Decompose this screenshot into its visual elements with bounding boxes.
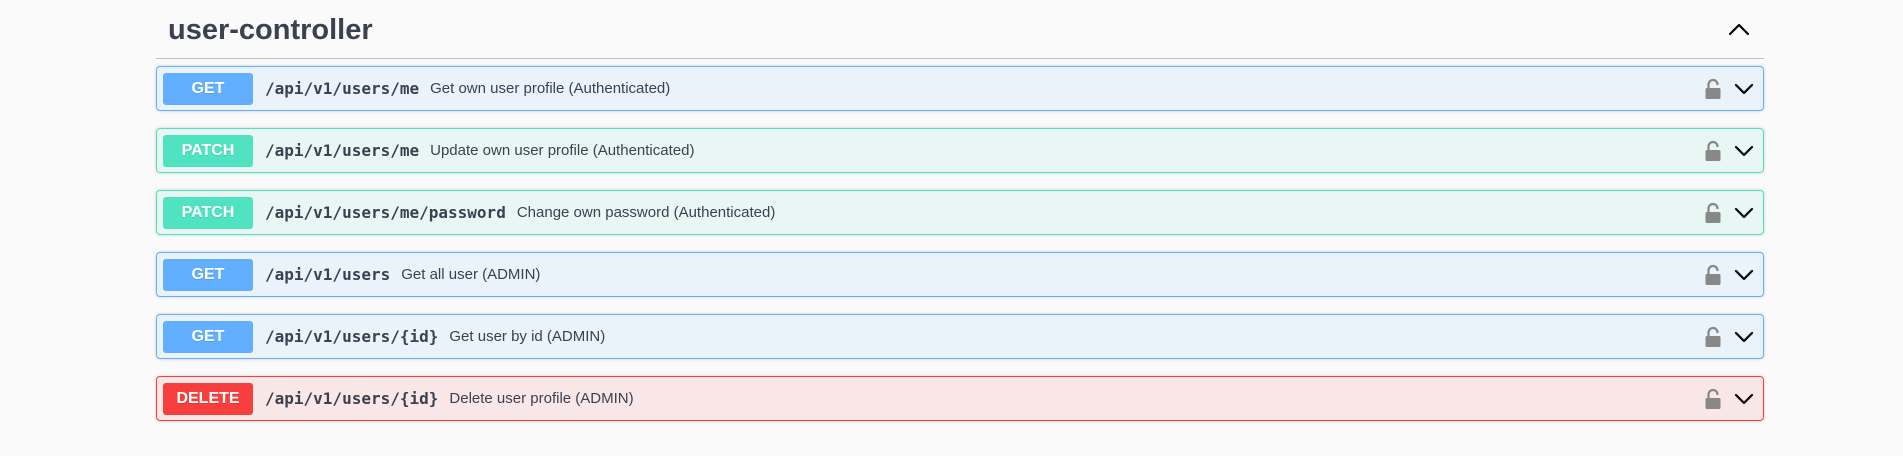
operation-controls [1703,67,1755,110]
operation-summary: Delete user profile (ADMIN) [449,390,634,407]
operation-controls [1703,129,1755,172]
operation-get-user-by-id[interactable]: GET /api/v1/users/{id} Get user by id (A… [156,314,1764,359]
lock-icon[interactable] [1703,387,1723,411]
tag-header[interactable]: user-controller [156,0,1764,59]
operation-get-users[interactable]: GET /api/v1/users Get all user (ADMIN) [156,252,1764,297]
operation-path[interactable]: /api/v1/users/{id} [265,327,438,346]
method-badge: GET [163,72,253,105]
chevron-down-icon[interactable] [1733,78,1755,100]
operation-delete-user-by-id[interactable]: DELETE /api/v1/users/{id} Delete user pr… [156,376,1764,421]
lock-icon[interactable] [1703,77,1723,101]
operation-path[interactable]: /api/v1/users/me/password [265,203,506,222]
chevron-down-icon[interactable] [1733,140,1755,162]
operation-get-users-me[interactable]: GET /api/v1/users/me Get own user profil… [156,66,1764,111]
method-badge: GET [163,258,253,291]
chevron-down-icon[interactable] [1733,202,1755,224]
operation-patch-users-me[interactable]: PATCH /api/v1/users/me Update own user p… [156,128,1764,173]
tag-title[interactable]: user-controller [168,14,373,47]
method-badge: DELETE [163,382,253,415]
operation-summary: Get all user (ADMIN) [401,266,541,283]
lock-icon[interactable] [1703,263,1723,287]
operations-list: GET /api/v1/users/me Get own user profil… [156,59,1764,421]
operation-path[interactable]: /api/v1/users/me [265,141,419,160]
operation-controls [1703,191,1755,234]
method-badge: PATCH [163,196,253,229]
operation-summary: Update own user profile (Authenticated) [430,142,695,159]
lock-icon[interactable] [1703,201,1723,225]
operation-patch-users-me-password[interactable]: PATCH /api/v1/users/me/password Change o… [156,190,1764,235]
method-badge: PATCH [163,134,253,167]
operation-path[interactable]: /api/v1/users/{id} [265,389,438,408]
operation-summary: Change own password (Authenticated) [516,204,776,221]
operation-path[interactable]: /api/v1/users [265,265,390,284]
chevron-up-icon[interactable] [1726,16,1752,42]
lock-icon[interactable] [1703,325,1723,349]
lock-icon[interactable] [1703,139,1723,163]
chevron-down-icon[interactable] [1733,326,1755,348]
tag-section: user-controller GET /api/v1/users/me Get… [156,0,1764,438]
operation-controls [1703,253,1755,296]
chevron-down-icon[interactable] [1733,388,1755,410]
operation-summary: Get user by id (ADMIN) [449,328,606,345]
operation-summary: Get own user profile (Authenticated) [430,80,671,97]
operation-controls [1703,315,1755,358]
operation-path[interactable]: /api/v1/users/me [265,79,419,98]
method-badge: GET [163,320,253,353]
operation-controls [1703,377,1755,420]
chevron-down-icon[interactable] [1733,264,1755,286]
